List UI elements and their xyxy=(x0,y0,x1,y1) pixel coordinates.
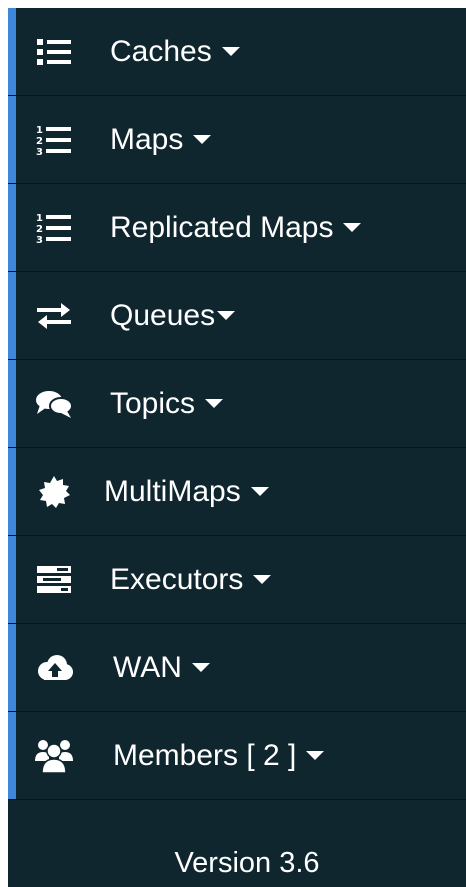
sidebar-item-queues-label-wrap: Queues xyxy=(110,298,236,333)
list-ordered-icon: 1 2 3 xyxy=(34,123,74,157)
sidebar-item-label: MultiMaps xyxy=(104,474,241,508)
list-icon xyxy=(34,35,74,69)
caret-down-icon xyxy=(217,311,236,320)
svg-text:1: 1 xyxy=(36,125,43,136)
svg-text:1: 1 xyxy=(36,213,43,224)
certificate-icon xyxy=(34,475,74,509)
svg-text:2: 2 xyxy=(36,136,43,147)
sidebar-item-maps[interactable]: 1 2 3 Maps xyxy=(8,96,466,184)
caret-down-icon xyxy=(205,399,224,408)
sidebar-item-label: Executors xyxy=(110,562,244,596)
exchange-icon xyxy=(34,299,74,333)
sidebar-item-label: Topics xyxy=(110,386,196,420)
caret-down-icon xyxy=(343,223,362,232)
sidebar-item-caches[interactable]: Caches xyxy=(8,8,466,96)
sidebar-item-multimaps-label-wrap: MultiMaps xyxy=(104,475,269,509)
caret-down-icon xyxy=(306,751,325,760)
sidebar-item-caches-label-wrap: Caches xyxy=(110,35,240,69)
sidebar-item-topics[interactable]: Topics xyxy=(8,360,466,448)
sidebar-item-label: Maps xyxy=(110,122,184,156)
users-icon xyxy=(34,739,74,774)
caret-down-icon xyxy=(221,47,240,56)
version-label: Version 3.6 xyxy=(174,847,320,879)
sidebar-item-topics-label-wrap: Topics xyxy=(110,386,224,421)
sidebar-item-multimaps[interactable]: MultiMaps xyxy=(8,448,466,536)
caret-down-icon xyxy=(193,135,212,144)
tasks-icon xyxy=(34,563,74,597)
sidebar-item-wan-label-wrap: WAN xyxy=(113,651,210,685)
caret-down-icon xyxy=(250,487,269,496)
sidebar-item-members[interactable]: Members [ 2 ] xyxy=(8,712,466,800)
sidebar-item-label: WAN xyxy=(113,650,182,684)
sidebar-item-label: Queues xyxy=(110,298,216,332)
sidebar-item-replicated-maps[interactable]: 1 2 3 Replicated Maps xyxy=(8,184,466,272)
sidebar-item-queues[interactable]: Queues xyxy=(8,272,466,360)
sidebar-item-label: Caches xyxy=(110,34,212,68)
caret-down-icon xyxy=(253,575,272,584)
sidebar-item-wan[interactable]: WAN xyxy=(8,624,466,712)
list-ordered-icon: 1 2 3 xyxy=(34,211,74,245)
sidebar-item-label: Members [ 2 ] xyxy=(113,738,297,772)
caret-down-icon xyxy=(191,663,210,672)
svg-text:3: 3 xyxy=(36,147,43,157)
sidebar-item-executors-label-wrap: Executors xyxy=(110,562,272,597)
sidebar-item-label: Replicated Maps xyxy=(110,210,334,244)
svg-text:2: 2 xyxy=(36,224,43,235)
comments-icon xyxy=(34,387,74,421)
sidebar-item-maps-label-wrap: Maps xyxy=(110,122,212,157)
sidebar-item-executors[interactable]: Executors xyxy=(8,536,466,624)
sidebar-item-members-label-wrap: Members [ 2 ] xyxy=(113,738,325,773)
cloud-upload-icon xyxy=(34,651,74,685)
sidebar-nav: Caches 1 2 3 Maps 1 2 3 Replicated Maps … xyxy=(8,8,466,887)
sidebar-item-replicated-maps-label-wrap: Replicated Maps xyxy=(110,210,362,245)
svg-text:3: 3 xyxy=(36,235,43,245)
